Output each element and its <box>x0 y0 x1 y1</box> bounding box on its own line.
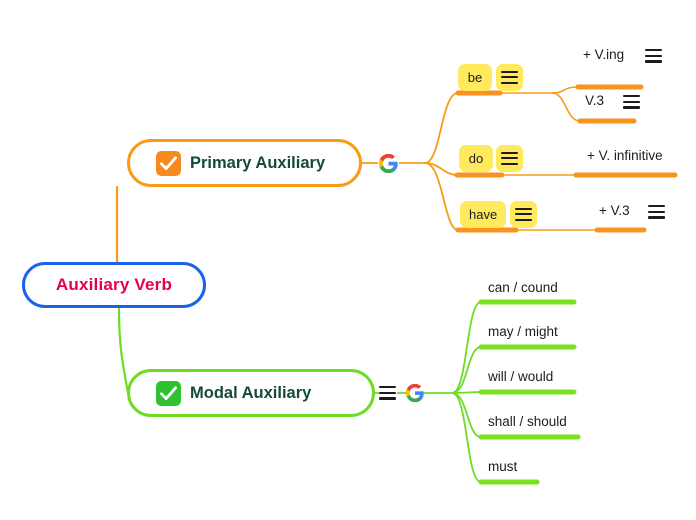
edge-modal-to-shall <box>451 392 482 438</box>
leaf-chip-have[interactable]: have <box>460 201 507 228</box>
leaf-label-may-might: may / might <box>488 324 558 339</box>
edge-be-to-v3 <box>551 92 581 122</box>
branch-node-modal-auxiliary[interactable]: Modal Auxiliary <box>127 369 375 417</box>
edge-modal-to-can <box>451 301 482 394</box>
hamburger-menu-icon[interactable] <box>379 386 396 400</box>
edge-primary-to-be <box>424 92 459 164</box>
leaf-chip-do-label: do <box>468 151 484 166</box>
branch-label-modal-auxiliary: Modal Auxiliary <box>190 383 312 402</box>
hamburger-menu-icon[interactable] <box>623 95 640 109</box>
root-node-label: Auxiliary Verb <box>55 275 173 294</box>
mindmap-canvas: Auxiliary Verb Primary Auxiliary be + V.… <box>0 0 696 520</box>
leaf-chip-have-label: have <box>469 207 498 222</box>
checkbox-checked-icon[interactable] <box>156 150 181 176</box>
edge-primary-to-do <box>424 162 458 176</box>
google-g-icon[interactable] <box>378 153 399 174</box>
leaf-label-v-infinitive: + V. infinitive <box>587 148 663 163</box>
root-node-auxiliary-verb[interactable]: Auxiliary Verb <box>22 262 206 308</box>
leaf-label-must: must <box>488 459 518 474</box>
branch-label-primary-auxiliary: Primary Auxiliary <box>190 153 326 172</box>
edge-primary-to-have <box>424 162 459 231</box>
leaf-menu-do[interactable] <box>496 145 523 172</box>
hamburger-menu-icon[interactable] <box>648 205 665 219</box>
connector-lines <box>115 84 678 485</box>
google-g-icon[interactable] <box>405 383 425 403</box>
leaf-label-will-would: will / would <box>488 369 554 384</box>
hamburger-menu-icon[interactable] <box>501 151 518 166</box>
leaf-chip-be[interactable]: be <box>458 64 492 91</box>
leaf-label-shall-should: shall / should <box>488 414 567 429</box>
leaf-chip-do[interactable]: do <box>459 145 493 172</box>
leaf-menu-be[interactable] <box>496 64 523 91</box>
leaf-label-can-could: can / cound <box>488 280 558 295</box>
edge-root-to-modal <box>117 306 130 395</box>
edge-modal-to-will <box>451 391 482 394</box>
leaf-menu-have[interactable] <box>510 201 537 228</box>
leaf-chip-be-label: be <box>467 70 483 85</box>
hamburger-menu-icon[interactable] <box>501 70 518 85</box>
branch-node-primary-auxiliary[interactable]: Primary Auxiliary <box>127 139 362 187</box>
hamburger-menu-icon[interactable] <box>515 207 532 222</box>
edge-modal-to-must <box>451 392 482 483</box>
edge-be-to-ving <box>551 86 579 94</box>
hamburger-menu-icon[interactable] <box>645 49 662 63</box>
leaf-label-v-ing: + V.ing <box>583 47 625 62</box>
leaf-label-plus-v3: + V.3 <box>599 203 630 218</box>
checkbox-checked-icon[interactable] <box>156 380 181 406</box>
leaf-label-v3: V.3 <box>585 93 605 108</box>
edge-modal-to-may <box>451 346 482 394</box>
